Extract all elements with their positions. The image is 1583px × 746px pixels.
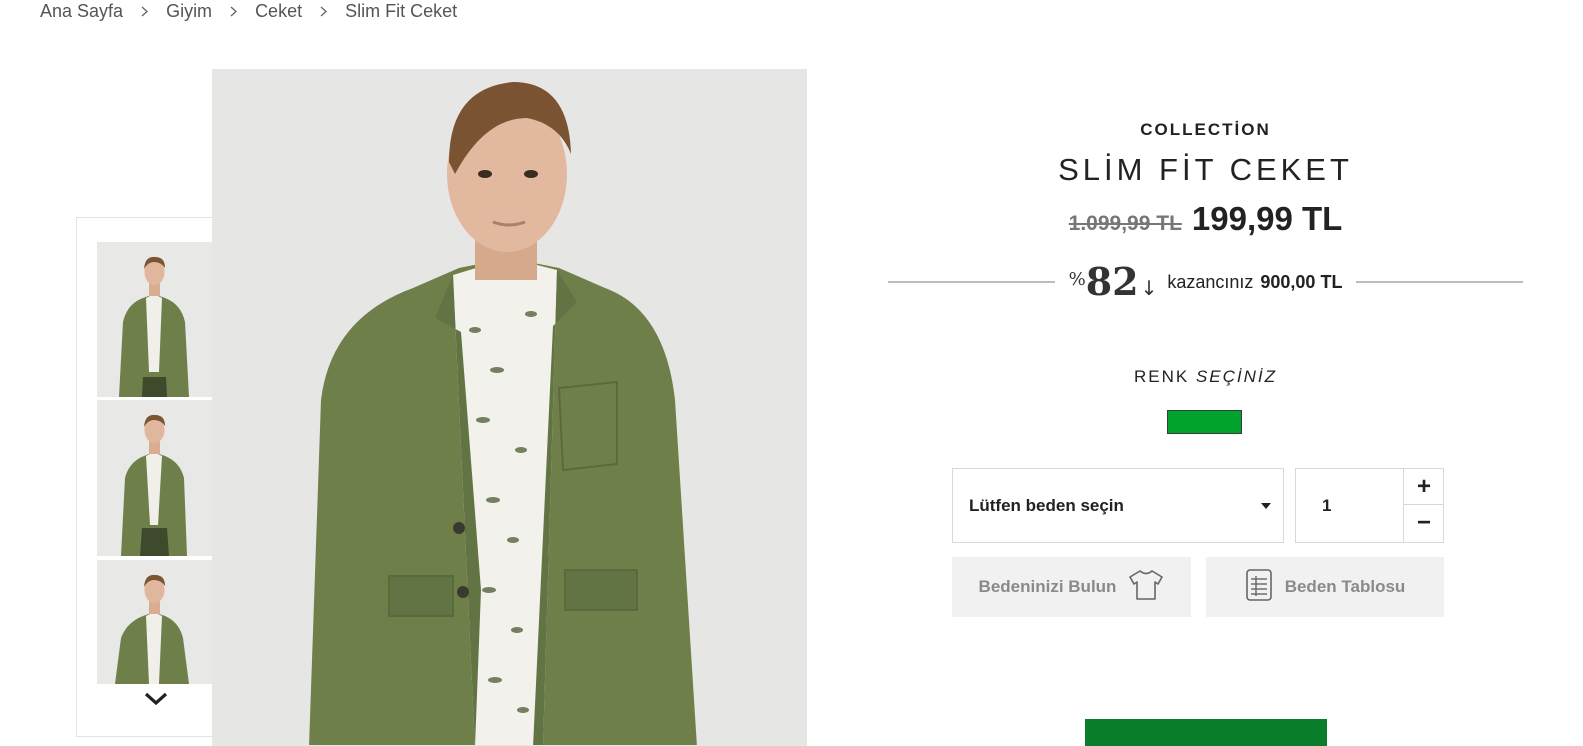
product-brand: COLLECTİON (1140, 120, 1271, 139)
price-block: 1.099,99 TL 199,99 TL (888, 200, 1523, 238)
discount-row: % 82 ↓ kazancınız 900,00 TL (888, 262, 1524, 302)
color-swatch-green[interactable] (1167, 410, 1242, 434)
find-size-button[interactable]: Bedeninizi Bulun (952, 557, 1191, 617)
product-title: SLİM FİT CEKET (1058, 152, 1353, 187)
color-label-text: RENK (1133, 367, 1190, 386)
find-size-label: Bedeninizi Bulun (978, 577, 1117, 596)
size-select[interactable]: Lütfen beden seçin (952, 468, 1284, 543)
table-icon (1245, 568, 1273, 607)
breadcrumb-current: Slim Fit Ceket (345, 0, 458, 21)
color-label-em: SEÇİNİZ (1195, 367, 1278, 386)
discount-value: 82 (1085, 259, 1139, 304)
chevron-right-icon (230, 5, 238, 17)
saving-label: kazancınız (1167, 271, 1254, 292)
quantity-minus-button[interactable]: − (1404, 505, 1444, 541)
chevron-down-icon[interactable] (143, 688, 169, 710)
divider (888, 281, 1055, 283)
quantity-stepper: + − (1295, 468, 1444, 543)
product-thumbnail[interactable] (97, 242, 212, 397)
chevron-right-icon (141, 5, 149, 17)
breadcrumb-home[interactable]: Ana Sayfa (40, 1, 123, 22)
size-table-label: Beden Tablosu (1284, 577, 1406, 596)
saving-amount: 900,00 TL (1260, 271, 1343, 292)
arrow-down-icon: ↓ (1140, 276, 1158, 300)
percent-sign: % (1068, 269, 1086, 290)
breadcrumb-ceket[interactable]: Ceket (255, 1, 302, 22)
quantity-plus-button[interactable]: + (1404, 469, 1444, 505)
thumbnail-rail (76, 217, 233, 737)
breadcrumb: Ana Sayfa Giyim Ceket Slim Fit Ceket (40, 0, 457, 22)
product-thumbnail[interactable] (97, 400, 212, 556)
add-to-cart-button[interactable] (1085, 719, 1327, 746)
tshirt-icon (1128, 569, 1164, 606)
color-label: RENK SEÇİNİZ (888, 367, 1523, 387)
breadcrumb-giyim[interactable]: Giyim (166, 1, 212, 22)
old-price: 1.099,99 TL (1068, 212, 1182, 235)
current-price: 199,99 TL (1191, 200, 1343, 237)
divider (1356, 281, 1524, 283)
quantity-buttons: + − (1403, 469, 1444, 542)
plus-icon: + (1416, 472, 1431, 500)
minus-icon: − (1416, 509, 1431, 536)
caret-down-icon (1261, 503, 1271, 509)
quantity-input[interactable] (1296, 469, 1403, 542)
size-select-placeholder: Lütfen beden seçin (969, 495, 1124, 515)
size-table-button[interactable]: Beden Tablosu (1206, 557, 1444, 617)
saving-info: kazancınız 900,00 TL (1167, 272, 1342, 293)
product-thumbnail[interactable] (97, 560, 212, 684)
discount-badge: % 82 ↓ (1069, 263, 1158, 301)
chevron-right-icon (320, 5, 328, 17)
product-main-image[interactable] (212, 69, 807, 746)
